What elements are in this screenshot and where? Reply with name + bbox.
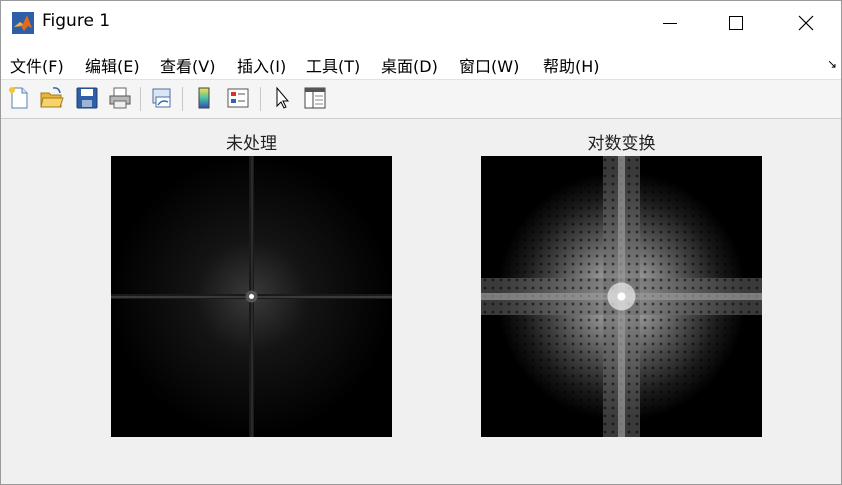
save-button[interactable] <box>74 85 100 111</box>
figure-canvas[interactable]: 未处理 对数变换 <box>1 119 841 484</box>
toolbar <box>1 80 841 119</box>
print-icon <box>109 87 131 109</box>
edit-plot-icon <box>276 86 290 109</box>
minimize-icon <box>663 23 677 24</box>
legend-button[interactable] <box>225 85 251 111</box>
menu-bar: 文件(F) 编辑(E) 查看(V) 插入(I) 工具(T) 桌面(D) 窗口(W… <box>1 45 841 80</box>
new-figure-icon <box>9 87 28 109</box>
spectrum-image-log-transform <box>481 156 762 437</box>
colorbar-button[interactable] <box>191 85 217 111</box>
save-icon <box>76 87 98 109</box>
print-button[interactable] <box>107 85 133 111</box>
minimize-button[interactable] <box>647 1 693 45</box>
property-inspector-icon <box>304 87 326 109</box>
matlab-logo-icon <box>12 12 34 34</box>
link-figure-icon <box>152 88 171 108</box>
menu-window[interactable]: 窗口(W) <box>459 53 519 77</box>
window-title: Figure 1 <box>42 11 111 31</box>
link-figure-button[interactable] <box>149 85 175 111</box>
maximize-button[interactable] <box>713 1 759 45</box>
menu-edit[interactable]: 编辑(E) <box>85 53 140 77</box>
figure-window: Figure 1 文件(F) 编辑(E) 查看(V) 插入(I) 工具(T) 桌… <box>0 0 842 485</box>
open-file-icon <box>40 87 64 108</box>
property-inspector-button[interactable] <box>302 85 328 111</box>
new-figure-button[interactable] <box>6 85 32 111</box>
spectrum-image-unprocessed <box>111 156 392 437</box>
menu-desktop[interactable]: 桌面(D) <box>381 53 438 77</box>
maximize-icon <box>729 16 743 30</box>
dock-arrow-icon[interactable]: ↘ <box>827 57 837 71</box>
legend-icon <box>227 88 249 108</box>
menu-help[interactable]: 帮助(H) <box>543 53 600 77</box>
toolbar-separator <box>260 87 261 111</box>
menu-view[interactable]: 查看(V) <box>160 53 215 77</box>
axes-title-unprocessed: 未处理 <box>226 134 277 154</box>
spectrum-plot-log-transform <box>481 156 762 437</box>
close-button[interactable] <box>783 1 829 45</box>
colorbar-icon <box>198 87 210 109</box>
open-file-button[interactable] <box>39 85 65 111</box>
edit-plot-button[interactable] <box>269 85 295 111</box>
title-bar: Figure 1 <box>1 1 841 45</box>
close-icon <box>798 15 814 31</box>
menu-file[interactable]: 文件(F) <box>10 53 64 77</box>
toolbar-separator <box>182 87 183 111</box>
menu-tools[interactable]: 工具(T) <box>306 53 360 77</box>
axes-title-log-transform: 对数变换 <box>587 134 656 154</box>
spectrum-plot-unprocessed <box>111 156 392 437</box>
toolbar-separator <box>140 87 141 111</box>
menu-insert[interactable]: 插入(I) <box>237 53 286 77</box>
